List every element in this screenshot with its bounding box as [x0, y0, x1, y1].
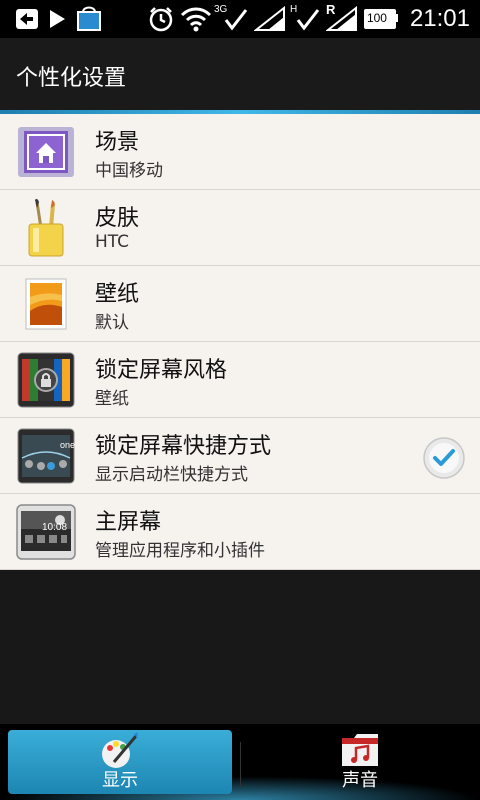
list-item-homescreen[interactable]: 10:08 主屏幕 管理应用程序和小插件 — [0, 494, 480, 570]
list-item-label: 锁定屏幕风格 — [95, 358, 228, 383]
list-item-label: 场景 — [95, 130, 140, 155]
list-item-label: 锁定屏幕快捷方式 — [95, 434, 272, 459]
list-item-label: 皮肤 — [95, 206, 140, 231]
alarm-icon — [148, 6, 174, 32]
list-item-sublabel: 显示启动栏快捷方式 — [95, 465, 248, 485]
signal-strength-icon — [253, 6, 286, 32]
list-item-wallpaper[interactable]: 壁纸 默认 — [0, 266, 480, 342]
skin-brush-icon — [16, 198, 76, 257]
list-item-sublabel: 中国移动 — [95, 161, 163, 181]
list-item-lockscreen-style[interactable]: 锁定屏幕风格 壁纸 — [0, 342, 480, 418]
list-item-sublabel: 默认 — [95, 313, 129, 333]
clock: 21:01 — [409, 5, 470, 32]
lockscreen-style-icon — [16, 352, 76, 408]
lockscreen-shortcuts-icon: one — [16, 428, 76, 484]
list-item-scene[interactable]: 场景 中国移动 — [0, 114, 480, 190]
page-title: 个性化设置 — [16, 66, 127, 91]
title-bar: 个性化设置 — [0, 38, 480, 110]
scene-icon — [16, 124, 76, 180]
tab-sound[interactable]: 声音 — [248, 730, 472, 794]
nav-divider — [240, 742, 241, 786]
back-arrow-icon — [16, 9, 38, 29]
3g-signal-icon: 3G — [214, 4, 248, 32]
wallpaper-icon — [16, 276, 76, 332]
list-item-skin[interactable]: 皮肤 HTC — [0, 190, 480, 266]
lockscreen-shortcuts-checkbox[interactable] — [422, 436, 465, 479]
tab-label: 显示 — [102, 770, 138, 791]
list-item-sublabel: HTC — [95, 232, 130, 252]
status-bar: 3G H R 100 21:01 — [0, 0, 480, 38]
bottom-nav: 显示 声音 — [0, 724, 480, 800]
list-item-sublabel: 管理应用程序和小插件 — [95, 541, 265, 561]
wifi-icon — [180, 6, 212, 32]
list-item-lockscreen-shortcuts[interactable]: one 锁定屏幕快捷方式 显示启动栏快捷方式 — [0, 418, 480, 494]
homescreen-icon: 10:08 — [16, 504, 76, 560]
settings-list: 场景 中国移动 皮肤 HTC 壁纸 默认 锁定屏幕风格 壁纸 one 锁定屏幕快… — [0, 114, 480, 570]
h-signal-icon: H — [290, 4, 320, 32]
roaming-signal-icon: R — [325, 2, 358, 32]
market-icon — [76, 6, 102, 32]
battery-icon: 100 — [363, 9, 398, 29]
list-item-sublabel: 壁纸 — [95, 389, 129, 409]
list-item-label: 主屏幕 — [95, 510, 162, 535]
tab-label: 声音 — [342, 770, 378, 791]
play-icon — [48, 9, 66, 29]
list-item-label: 壁纸 — [95, 282, 140, 307]
tab-display[interactable]: 显示 — [8, 730, 232, 794]
